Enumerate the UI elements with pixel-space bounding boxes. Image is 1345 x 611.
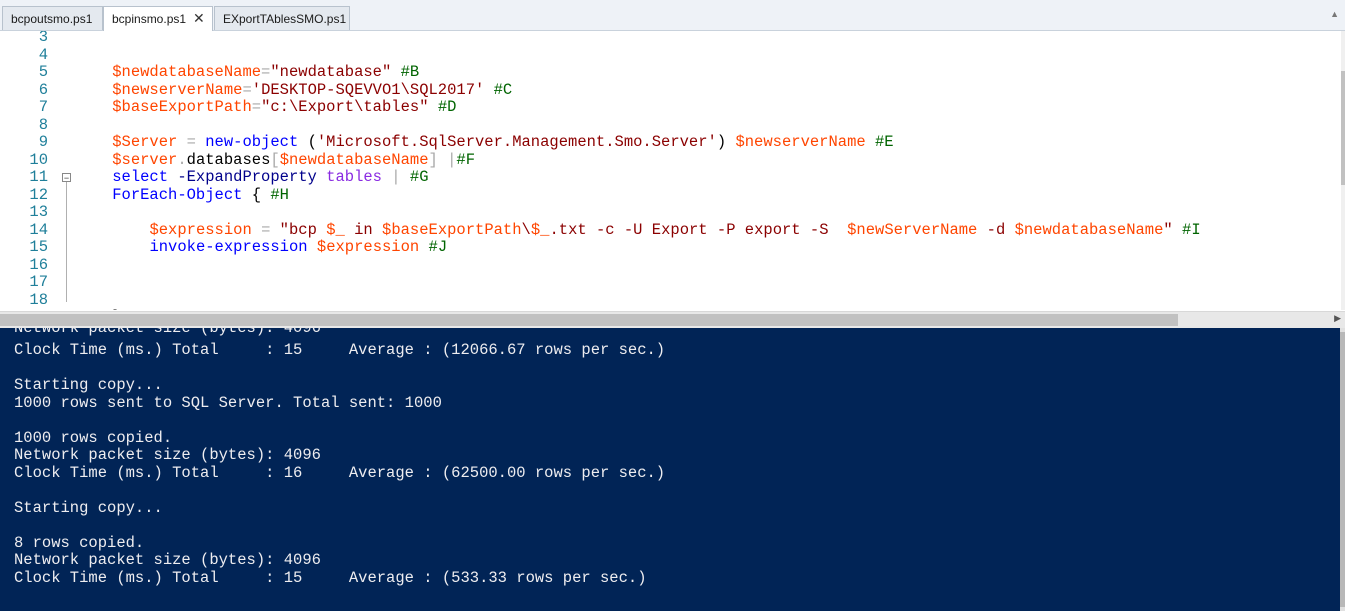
code-variable: $newServerName bbox=[847, 220, 978, 239]
line-number: 4 bbox=[38, 45, 48, 64]
line-number: 3 bbox=[38, 31, 48, 46]
code-comment: #C bbox=[493, 80, 513, 99]
code-comment: #E bbox=[875, 133, 894, 151]
tab-bcpinsmo[interactable]: bcpinsmo.ps1 ✕ bbox=[103, 6, 213, 31]
line-number: 14 bbox=[29, 220, 48, 239]
line-number: 12 bbox=[29, 185, 48, 204]
console-line: Clock Time (ms.) Total : 15 Average : (5… bbox=[14, 568, 647, 587]
fold-guide-line bbox=[66, 182, 67, 302]
code-string: " bbox=[1163, 220, 1173, 239]
code-string: \ bbox=[521, 220, 531, 239]
scroll-right-icon[interactable]: ▶ bbox=[1334, 313, 1341, 324]
console-line: Starting copy... bbox=[14, 498, 163, 517]
code-variable: $_ bbox=[530, 220, 550, 239]
code-comment: #J bbox=[428, 238, 448, 256]
code-command: invoke-expression bbox=[149, 238, 308, 256]
code-comment: #F bbox=[456, 150, 476, 169]
script-editor[interactable]: 3 4 5 6 7 8 9 10 11 12 13 14 15 16 17 18… bbox=[0, 31, 1341, 310]
code-line-18: } bbox=[75, 292, 121, 310]
code-comment: #G bbox=[409, 168, 429, 186]
line-number: 7 bbox=[38, 98, 48, 116]
collapse-script-pane-icon[interactable]: ▲ bbox=[1330, 9, 1339, 19]
code-line-14: invoke-expression $expression #J bbox=[75, 222, 447, 275]
code-variable: $newdatabaseName bbox=[1014, 220, 1164, 239]
code-comment: #H bbox=[270, 185, 289, 204]
line-number: 10 bbox=[29, 150, 48, 169]
line-number: 15 bbox=[29, 238, 48, 256]
line-number: 16 bbox=[29, 255, 48, 274]
code-variable: $baseExportPath bbox=[112, 98, 252, 116]
console-output-pane[interactable]: Network packet size (bytes): 4096 Clock … bbox=[0, 328, 1340, 611]
code-comment: #D bbox=[437, 98, 457, 116]
tab-exporttablessmo[interactable]: EXportTAblesSMO.ps1 bbox=[214, 6, 350, 30]
console-line: Clock Time (ms.) Total : 15 Average : (1… bbox=[14, 341, 666, 359]
code-comment: #I bbox=[1182, 220, 1201, 239]
line-number: 6 bbox=[38, 80, 48, 99]
code-variable: $newserverName bbox=[735, 133, 866, 151]
console-line: Network packet size (bytes): 4096 bbox=[14, 328, 321, 337]
code-operator: | bbox=[381, 168, 410, 186]
code-punct: { bbox=[242, 185, 271, 204]
console-line: 8 rows copied. bbox=[14, 533, 145, 552]
line-number: 18 bbox=[29, 290, 48, 309]
code-operator: = bbox=[251, 98, 262, 116]
fold-collapse-icon[interactable]: − bbox=[62, 173, 71, 183]
line-number: 9 bbox=[38, 133, 48, 151]
code-punct: } bbox=[112, 308, 121, 310]
code-argument: tables bbox=[326, 168, 382, 186]
editor-horizontal-scrollbar[interactable]: ◀ ▶ bbox=[0, 311, 1345, 328]
editor-horizontal-scroll-thumb[interactable] bbox=[0, 314, 1178, 326]
line-number: 5 bbox=[38, 63, 48, 81]
tab-label: EXportTAblesSMO.ps1 bbox=[223, 12, 347, 26]
tab-label: bcpoutsmo.ps1 bbox=[11, 12, 93, 26]
code-string: -d bbox=[977, 220, 1015, 239]
close-tab-icon[interactable]: ✕ bbox=[193, 10, 205, 27]
tab-label: bcpinsmo.ps1 bbox=[112, 12, 187, 26]
console-line: 1000 rows sent to SQL Server. Total sent… bbox=[14, 393, 442, 412]
console-vertical-scroll-thumb[interactable] bbox=[1340, 332, 1345, 607]
line-number: 8 bbox=[38, 115, 48, 134]
console-line: 1000 rows copied. bbox=[14, 428, 173, 447]
console-line: Network packet size (bytes): 4096 bbox=[14, 446, 321, 464]
code-variable: $expression bbox=[316, 238, 420, 256]
code-string: .txt -c -U Export -P export -S bbox=[549, 220, 848, 239]
code-string: "c:\Export\tables" bbox=[261, 98, 429, 116]
code-punct: ) bbox=[716, 133, 736, 151]
console-line: Starting copy... bbox=[14, 376, 163, 394]
tab-bcpoutsmo[interactable]: bcpoutsmo.ps1 bbox=[2, 6, 103, 30]
console-line: Network packet size (bytes): 4096 bbox=[14, 551, 321, 569]
script-tab-bar: bcpoutsmo.ps1 bcpinsmo.ps1 ✕ EXportTAble… bbox=[0, 0, 1345, 31]
code-operator: ] | bbox=[428, 150, 457, 169]
console-line: Clock Time (ms.) Total : 16 Average : (6… bbox=[14, 463, 666, 482]
line-number: 17 bbox=[29, 273, 48, 291]
line-number: 11 bbox=[29, 168, 48, 186]
code-command: ForEach-Object bbox=[112, 185, 243, 204]
line-number: 13 bbox=[29, 203, 48, 221]
editor-vertical-scroll-thumb[interactable] bbox=[1341, 71, 1345, 185]
